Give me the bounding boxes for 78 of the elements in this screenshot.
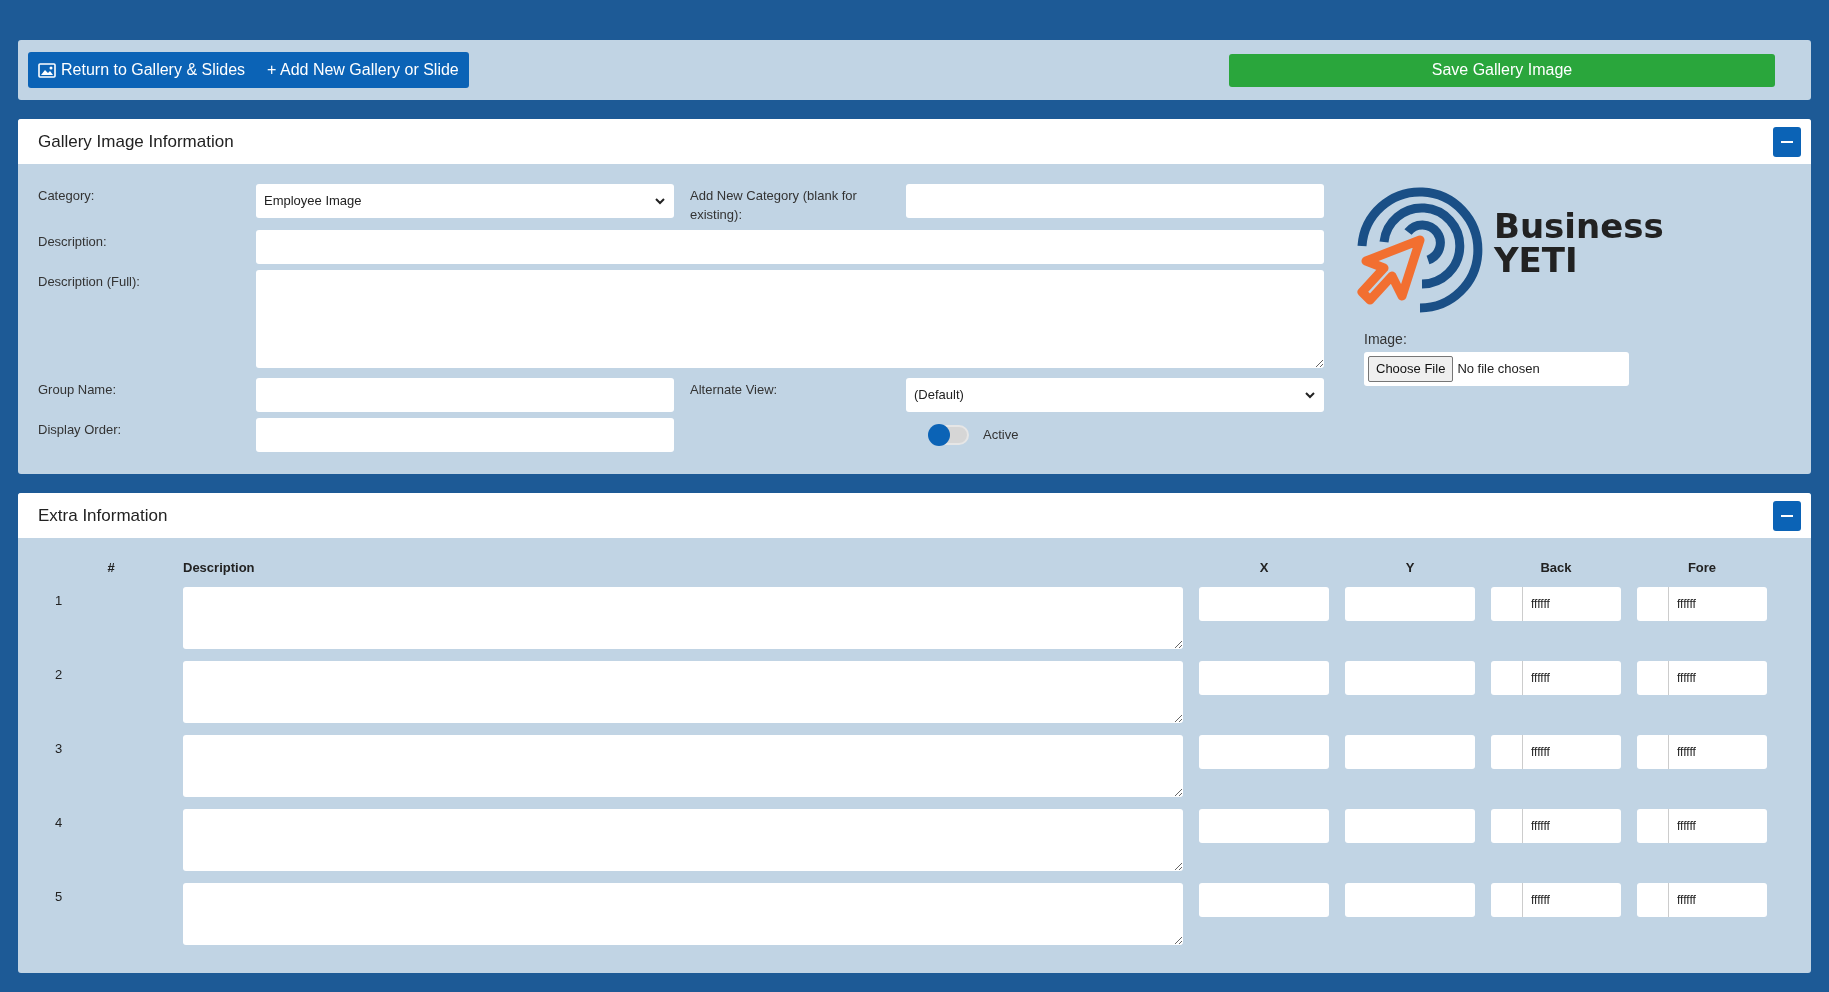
- column-header: Y: [1404, 561, 1416, 575]
- x-field[interactable]: [1199, 587, 1329, 621]
- column-header: Back: [1539, 561, 1573, 575]
- panel-title: Extra Information: [38, 504, 168, 527]
- color-field[interactable]: ffffff: [1523, 661, 1621, 695]
- image-icon: [38, 62, 56, 78]
- row-number: 5: [55, 888, 63, 906]
- color-field[interactable]: ffffff: [1669, 809, 1767, 843]
- field-label: Add New Category (blank for existing):: [689, 187, 858, 224]
- description-field[interactable]: [256, 230, 1324, 264]
- x-field[interactable]: [1199, 809, 1329, 843]
- chevron-down-icon: [1304, 389, 1316, 401]
- color-field[interactable]: ffffff: [1523, 587, 1621, 621]
- y-field[interactable]: [1345, 587, 1475, 621]
- return-button[interactable]: Return to Gallery & Slides: [38, 58, 246, 82]
- row-number: 4: [55, 814, 63, 832]
- field-label: Group Name:: [38, 381, 118, 399]
- logo-wordmark: Business YETI: [1494, 209, 1664, 277]
- color-field[interactable]: ffffff: [1523, 809, 1621, 843]
- color-field[interactable]: ffffff: [1523, 883, 1621, 917]
- display-order-field[interactable]: [256, 418, 674, 452]
- color-swatch[interactable]: [1637, 735, 1669, 769]
- description-field[interactable]: [183, 587, 1183, 649]
- x-field[interactable]: [1199, 883, 1329, 917]
- color-swatch[interactable]: [1491, 587, 1523, 621]
- color-swatch[interactable]: [1637, 587, 1669, 621]
- color-swatch[interactable]: [1491, 661, 1523, 695]
- collapse-button[interactable]: [1773, 126, 1801, 157]
- color-swatch[interactable]: [1491, 735, 1523, 769]
- field-label: Image:: [1364, 330, 1408, 349]
- field-label: Description (Full):: [38, 273, 141, 291]
- y-field[interactable]: [1345, 661, 1475, 695]
- file-input[interactable]: Choose File No file chosen: [1364, 352, 1629, 386]
- field-label: Active: [983, 426, 1019, 445]
- chevron-down-icon: [654, 195, 666, 207]
- column-header: Description: [183, 561, 256, 575]
- category-select[interactable]: Employee Image: [256, 184, 674, 218]
- row-number: 3: [55, 740, 63, 758]
- field-label: Category:: [38, 187, 96, 205]
- field-label: Alternate View:: [689, 381, 779, 399]
- file-status: No file chosen: [1457, 360, 1540, 379]
- description-full-field[interactable]: [256, 270, 1324, 368]
- y-field[interactable]: [1345, 883, 1475, 917]
- x-field[interactable]: [1199, 735, 1329, 769]
- group-name-field[interactable]: [256, 378, 674, 412]
- row-number: 1: [55, 592, 63, 610]
- new-category-field[interactable]: [906, 184, 1324, 218]
- alternate-view-select[interactable]: (Default): [906, 378, 1324, 412]
- field-label: Display Order:: [38, 421, 123, 439]
- column-header: Fore: [1686, 561, 1718, 575]
- color-field[interactable]: ffffff: [1523, 735, 1621, 769]
- minus-icon: [1781, 140, 1793, 143]
- collapse-button[interactable]: [1773, 500, 1801, 531]
- description-field[interactable]: [183, 883, 1183, 945]
- minus-icon: [1781, 514, 1793, 517]
- x-field[interactable]: [1199, 661, 1329, 695]
- color-swatch[interactable]: [1637, 809, 1669, 843]
- description-field[interactable]: [183, 661, 1183, 723]
- description-field[interactable]: [183, 735, 1183, 797]
- y-field[interactable]: [1345, 735, 1475, 769]
- add-button[interactable]: + Add New Gallery or Slide: [267, 58, 459, 82]
- color-swatch[interactable]: [1491, 809, 1523, 843]
- description-field[interactable]: [183, 809, 1183, 871]
- choose-file-button[interactable]: Choose File: [1368, 356, 1454, 382]
- active-toggle[interactable]: [929, 425, 969, 445]
- color-field[interactable]: ffffff: [1669, 587, 1767, 621]
- color-field[interactable]: ffffff: [1669, 883, 1767, 917]
- column-header: X: [1258, 561, 1270, 575]
- color-swatch[interactable]: [1637, 883, 1669, 917]
- color-field[interactable]: ffffff: [1669, 661, 1767, 695]
- panel-title: Gallery Image Information: [38, 130, 234, 153]
- column-header: #: [106, 561, 116, 575]
- color-swatch[interactable]: [1637, 661, 1669, 695]
- y-field[interactable]: [1345, 809, 1475, 843]
- color-swatch[interactable]: [1491, 883, 1523, 917]
- field-label: Description:: [38, 233, 108, 251]
- color-field[interactable]: ffffff: [1669, 735, 1767, 769]
- row-number: 2: [55, 666, 63, 684]
